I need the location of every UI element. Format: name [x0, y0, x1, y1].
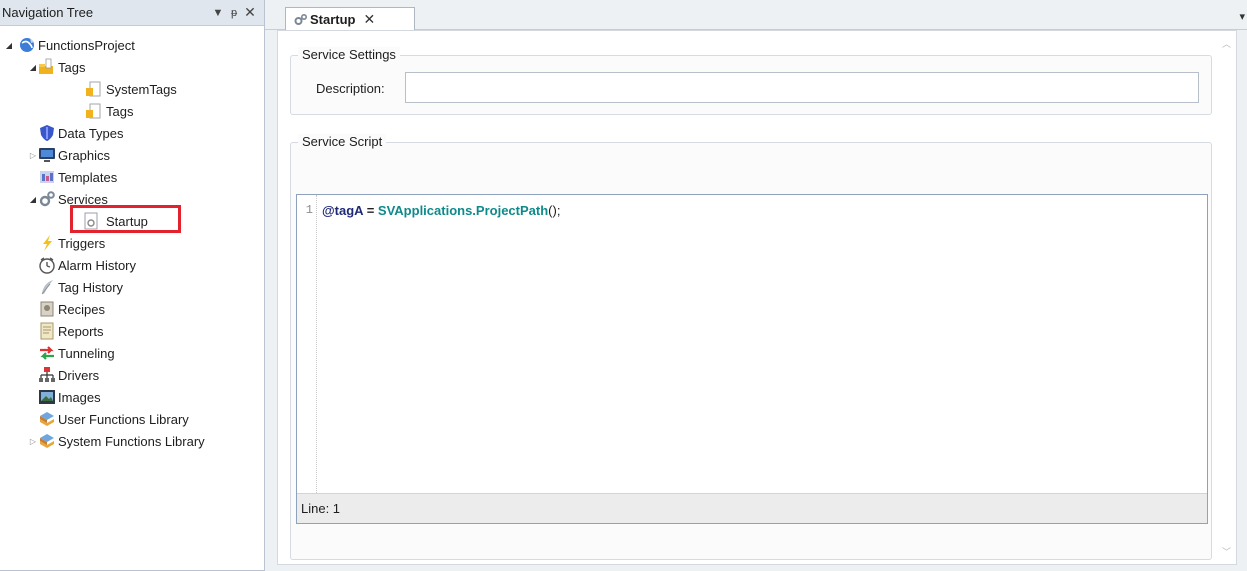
tree-item-drivers[interactable]: Drivers: [0, 364, 265, 386]
close-panel-icon[interactable]: ✕: [242, 4, 258, 21]
navigation-tree-panel: Navigation Tree ▼ ᵽ ✕ ◢ FunctionsProject ◢…: [0, 0, 265, 571]
tree-item-label: Reports: [58, 323, 104, 339]
tree-item-tag-history[interactable]: Tag History: [0, 276, 265, 298]
tree-item-label: Tag History: [58, 279, 124, 295]
tag-icon: [86, 81, 101, 97]
tree-item-reports[interactable]: Reports: [0, 320, 265, 342]
tree-item-recipes[interactable]: Recipes: [0, 298, 265, 320]
description-label: Description:: [316, 81, 385, 96]
library-icon: [40, 412, 54, 426]
feather-icon: [41, 280, 53, 295]
network-icon: [39, 367, 55, 382]
tag-icon: [86, 103, 101, 119]
collapse-arrow-icon[interactable]: ◢: [28, 195, 38, 204]
report-icon: [40, 322, 54, 340]
tree-item-tags[interactable]: Tags: [0, 100, 265, 122]
gears-icon: [294, 13, 308, 25]
code-variable: @tagA: [322, 203, 364, 218]
tree-item-graphics[interactable]: ▷ Graphics: [0, 144, 265, 166]
startup-highlight-box: [70, 205, 181, 233]
tab-list-menu-icon[interactable]: ▾: [1239, 10, 1245, 23]
shield-icon: [40, 125, 54, 141]
vertical-scrollbar[interactable]: ︿ ﹀: [1218, 31, 1236, 564]
tree-item-label: Templates: [58, 169, 118, 185]
templates-icon: [40, 171, 54, 183]
code-punctuation: ();: [548, 203, 561, 218]
tree-item-label: Tunneling: [58, 345, 115, 361]
tree-item-alarm-history[interactable]: Alarm History: [0, 254, 265, 276]
expand-arrow-icon[interactable]: ▷: [28, 151, 38, 160]
tree-item-label: User Functions Library: [58, 411, 189, 427]
line-status: Line: 1: [301, 501, 341, 516]
collapse-arrow-icon[interactable]: ◢: [28, 63, 38, 72]
pin-icon[interactable]: ᵽ: [226, 7, 242, 19]
tree-item-images[interactable]: Images: [0, 386, 265, 408]
tree-item-label: FunctionsProject: [38, 37, 135, 53]
gears-icon: [39, 191, 55, 207]
tree-item-label: Tags: [58, 59, 86, 75]
image-icon: [39, 390, 55, 404]
tree-item-tunneling[interactable]: Tunneling: [0, 342, 265, 364]
lightning-icon: [43, 235, 52, 251]
tree-item-user-functions-library[interactable]: User Functions Library: [0, 408, 265, 430]
line-number-gutter: 1: [297, 195, 317, 495]
script-code-editor[interactable]: 1 @tagA = SVApplications.ProjectPath(); …: [296, 194, 1208, 524]
tree-item-label: SystemTags: [106, 81, 177, 97]
expand-arrow-icon[interactable]: ▷: [28, 437, 38, 446]
line-number: 1: [305, 203, 313, 217]
globe-icon: [20, 38, 34, 52]
tab-startup-label: Startup: [310, 12, 356, 27]
tree-item-label: Images: [58, 389, 101, 405]
document-area: Startup ✕ ▾ Service Settings Description…: [265, 0, 1247, 571]
scroll-down-icon[interactable]: ﹀: [1222, 545, 1231, 558]
description-input[interactable]: [405, 72, 1199, 103]
navigation-tree-header: Navigation Tree ▼ ᵽ ✕: [0, 0, 264, 26]
tree-item-triggers[interactable]: Triggers: [0, 232, 265, 254]
code-method-call: SVApplications.ProjectPath: [377, 203, 549, 218]
navigation-tree-title: Navigation Tree: [2, 5, 94, 20]
library-icon: [40, 434, 54, 448]
code-operator: =: [363, 203, 378, 218]
collapse-arrow-icon[interactable]: ◢: [4, 41, 14, 50]
tree-item-tags[interactable]: ◢ Tags: [0, 56, 265, 78]
tree-item-templates[interactable]: Templates: [0, 166, 265, 188]
tree-item-label: Tags: [106, 103, 134, 119]
editor-status-bar: Line: 1: [297, 493, 1207, 523]
tree-item-systemtags[interactable]: SystemTags: [0, 78, 265, 100]
tab-strip: Startup ✕ ▾: [265, 0, 1247, 31]
scroll-up-icon[interactable]: ︿: [1222, 37, 1231, 50]
tree-item-label: Recipes: [58, 301, 105, 317]
tree-item-label: Triggers: [58, 235, 106, 251]
service-settings-title: Service Settings: [298, 47, 400, 62]
recipe-icon: [40, 301, 54, 317]
service-script-title: Service Script: [298, 134, 387, 149]
tab-close-icon[interactable]: ✕: [364, 11, 376, 28]
clock-icon: [39, 257, 55, 274]
tab-startup[interactable]: Startup ✕: [285, 7, 415, 31]
tree-item-label: Data Types: [58, 125, 124, 141]
panel-dropdown-icon[interactable]: ▼: [210, 7, 226, 19]
tree-item-functionsproject[interactable]: ◢ FunctionsProject: [0, 34, 265, 56]
tree-item-label: System Functions Library: [58, 433, 205, 449]
tree-item-label: Drivers: [58, 367, 100, 383]
tree-item-label: Graphics: [58, 147, 111, 163]
tree-item-label: Alarm History: [58, 257, 137, 273]
tree-item-data-types[interactable]: Data Types: [0, 122, 265, 144]
code-line-1[interactable]: @tagA = SVApplications.ProjectPath();: [322, 203, 560, 218]
tree-item-system-functions-library[interactable]: ▷ System Functions Library: [0, 430, 265, 452]
project-tree: ◢ FunctionsProject ◢ Tags SystemTags Tags Data…: [0, 34, 265, 452]
startup-service-editor: Service Settings Description: Service Sc…: [277, 30, 1237, 565]
monitor-icon: [39, 148, 55, 162]
folder-tag-icon: [39, 58, 53, 74]
arrows-icon: [40, 346, 54, 360]
